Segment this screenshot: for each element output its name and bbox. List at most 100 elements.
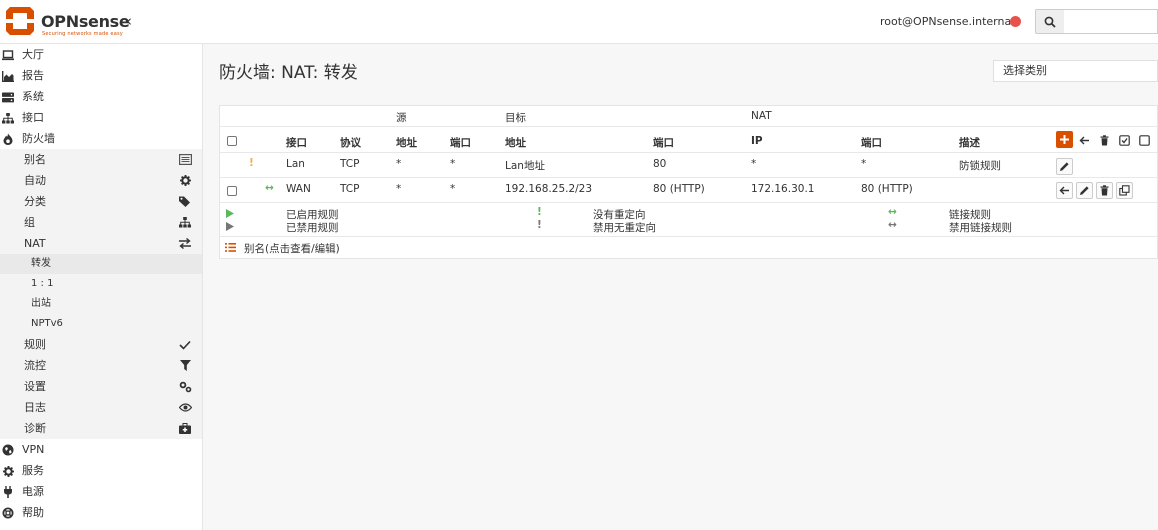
- sidebar-item-aliases[interactable]: 别名: [0, 149, 202, 170]
- col-source-address[interactable]: 地址: [396, 135, 417, 150]
- sidebar-item-label: NAT: [24, 237, 46, 250]
- col-destination-port[interactable]: 端口: [653, 135, 674, 150]
- row-protocol: TCP: [340, 158, 360, 170]
- exchange-icon: [178, 237, 192, 250]
- row-interface: Lan: [286, 158, 305, 170]
- row-checkbox[interactable]: [227, 186, 237, 196]
- sidebar-item-automation[interactable]: 自动: [0, 170, 202, 191]
- row-source-port: *: [450, 158, 456, 170]
- sidebar-item-settings[interactable]: 设置: [0, 376, 202, 397]
- tags-icon: [178, 195, 192, 208]
- row-source-address: *: [396, 158, 402, 170]
- sidebar-item-groups[interactable]: 组: [0, 212, 202, 233]
- move-before-button[interactable]: [1056, 182, 1073, 199]
- row-destination-address: 192.168.25.2/23: [505, 183, 593, 195]
- sidebar-item-nat[interactable]: NAT: [0, 233, 202, 254]
- row-nat-ip: *: [751, 158, 757, 170]
- sidebar-item-vpn[interactable]: VPN: [0, 439, 202, 460]
- col-nat-port[interactable]: 端口: [861, 135, 882, 150]
- clone-rule-button[interactable]: [1116, 182, 1133, 199]
- table-row[interactable]: ! Lan TCP * * Lan地址 80 * * 防锁规则: [220, 153, 1158, 178]
- delete-rule-button[interactable]: [1096, 182, 1113, 199]
- exclamation-green-icon: !: [537, 206, 542, 218]
- status-indicator-icon[interactable]: [1010, 16, 1021, 27]
- col-source-port[interactable]: 端口: [450, 135, 471, 150]
- fire-icon: [2, 133, 14, 145]
- eye-icon: [178, 401, 192, 414]
- sidebar-item-help[interactable]: 帮助: [0, 502, 202, 523]
- play-green-icon: [226, 209, 234, 218]
- play-gray-icon: [226, 222, 234, 231]
- cogs-icon: [178, 380, 192, 393]
- select-all-checkbox[interactable]: [227, 136, 237, 146]
- sidebar-item-label: 自动: [24, 174, 46, 187]
- sidebar-item-one-to-one[interactable]: 1 : 1: [0, 274, 202, 294]
- search-icon: [1044, 16, 1056, 28]
- sidebar-item-label: 服务: [22, 464, 44, 477]
- sidebar-item-nptv6[interactable]: NPTv6: [0, 314, 202, 334]
- search-input[interactable]: [1064, 9, 1158, 34]
- sidebar-item-log[interactable]: 日志: [0, 397, 202, 418]
- arrow-left-icon: [1079, 136, 1089, 145]
- destination-group-header: 目标: [505, 112, 526, 124]
- sidebar-item-shaper[interactable]: 流控: [0, 355, 202, 376]
- sidebar-item-system[interactable]: 系统: [0, 86, 202, 107]
- sidebar-item-rules[interactable]: 规则: [0, 334, 202, 355]
- nat-rules-panel: 源 目标 NAT 接口 协议 地址 端口 地址 端口 IP 端口 描述 ! La…: [219, 105, 1158, 259]
- sidebar-item-categories[interactable]: 分类: [0, 191, 202, 212]
- col-interface[interactable]: 接口: [286, 135, 307, 150]
- laptop-icon: [2, 49, 14, 61]
- sidebar-item-power[interactable]: 电源: [0, 481, 202, 502]
- delete-selected-button[interactable]: [1096, 132, 1113, 149]
- user-label[interactable]: root@OPNsense.internal: [880, 15, 1014, 28]
- sidebar-item-interfaces[interactable]: 接口: [0, 107, 202, 128]
- check-icon: [178, 338, 192, 351]
- category-select[interactable]: 选择类别: [993, 60, 1158, 82]
- legend-disabled-rule: 已禁用规则: [286, 222, 339, 234]
- sidebar-item-label: 规则: [24, 338, 46, 351]
- move-selected-button[interactable]: [1076, 132, 1093, 149]
- group-header-row: 源 目标 NAT: [220, 106, 1158, 127]
- page-title: 防火墙: NAT: 转发: [219, 63, 358, 83]
- col-nat-ip[interactable]: IP: [751, 135, 763, 147]
- sidebar-item-lobby[interactable]: 大厅: [0, 44, 202, 65]
- collapse-sidebar-icon[interactable]: ‹: [126, 12, 132, 30]
- table-row[interactable]: ↔ WAN TCP * * 192.168.25.2/23 80 (HTTP) …: [220, 178, 1158, 203]
- sidebar: 大厅 报告 系统 接口 防火墙 别名 自动 分类 组 NAT 转发 1: 1 …: [0, 44, 203, 530]
- medkit-icon: [178, 422, 192, 435]
- disable-selected-button[interactable]: [1136, 132, 1153, 149]
- sidebar-item-firewall[interactable]: 防火墙: [0, 128, 202, 149]
- add-rule-button[interactable]: [1056, 131, 1073, 148]
- sidebar-item-diagnostics[interactable]: 诊断: [0, 418, 202, 439]
- trash-icon: [1100, 185, 1109, 196]
- exclamation-gray-icon: !: [537, 219, 542, 231]
- sidebar-item-label: 组: [24, 216, 35, 229]
- enable-selected-button[interactable]: [1116, 132, 1133, 149]
- row-destination-address[interactable]: Lan地址: [505, 158, 545, 173]
- opnsense-logo[interactable]: OPNsense Securing networks made easy: [4, 5, 134, 39]
- edit-rule-button[interactable]: [1076, 182, 1093, 199]
- edit-rule-button[interactable]: [1056, 158, 1073, 175]
- sitemap-icon: [178, 216, 192, 229]
- trash-icon: [1100, 135, 1109, 146]
- sidebar-item-label: 分类: [24, 195, 46, 208]
- row-interface: WAN: [286, 183, 311, 195]
- sidebar-item-label: 设置: [24, 380, 46, 393]
- sidebar-item-reporting[interactable]: 报告: [0, 65, 202, 86]
- legend-alias-hint: 别名(点击查看/编辑): [244, 243, 340, 255]
- col-protocol[interactable]: 协议: [340, 135, 361, 150]
- cog-icon: [2, 465, 14, 477]
- sitemap-icon: [2, 112, 14, 124]
- cog-icon: [178, 174, 192, 187]
- source-group-header: 源: [396, 112, 407, 124]
- sidebar-item-label: 转发: [31, 258, 51, 269]
- sidebar-item-services[interactable]: 服务: [0, 460, 202, 481]
- brand-name: OPNsense: [41, 12, 130, 31]
- sidebar-item-port-forward[interactable]: 转发: [0, 254, 202, 274]
- col-description[interactable]: 描述: [959, 135, 980, 150]
- sidebar-item-outbound[interactable]: 出站: [0, 294, 202, 314]
- search-button[interactable]: [1035, 9, 1065, 34]
- linked-rule-icon: ↔: [265, 182, 274, 194]
- row-nat-port: 80 (HTTP): [861, 183, 913, 195]
- col-destination-address[interactable]: 地址: [505, 135, 526, 150]
